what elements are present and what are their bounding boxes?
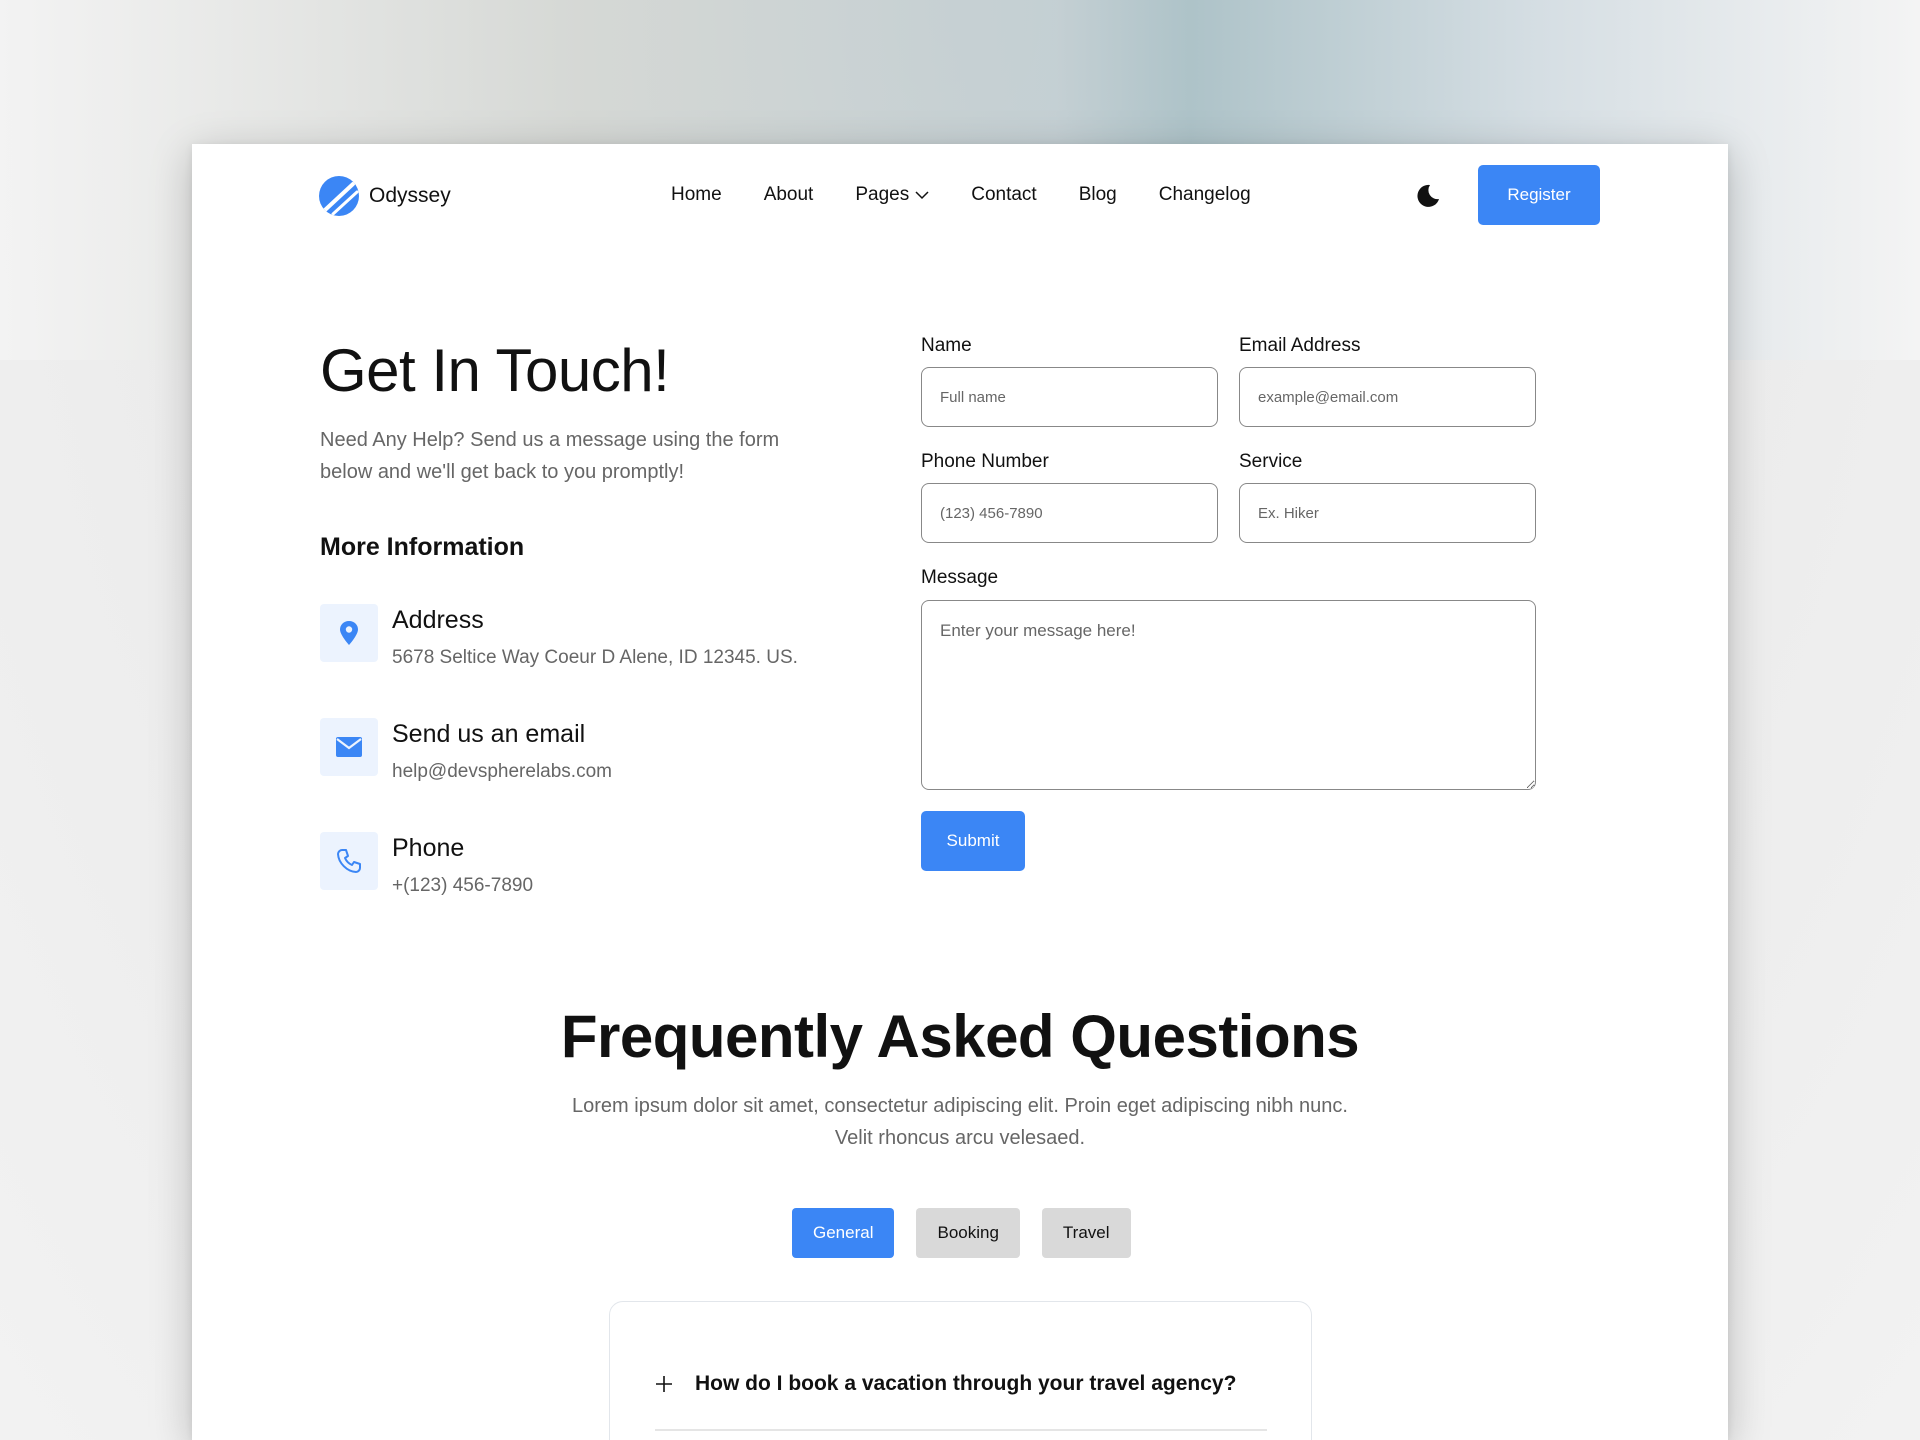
- faq-question: How do I book a vacation through your tr…: [695, 1372, 1237, 1395]
- nav-contact[interactable]: Contact: [971, 184, 1036, 206]
- brand-name: Odyssey: [369, 184, 451, 207]
- divider: [655, 1429, 1267, 1431]
- nav-blog[interactable]: Blog: [1079, 184, 1117, 206]
- page-title: Get In Touch!: [320, 337, 670, 404]
- info-address: Address 5678 Seltice Way Coeur D Alene, …: [320, 604, 798, 669]
- chevron-down-icon: [915, 191, 929, 200]
- top-navbar: Odyssey Home About Pages Contact Blog Ch…: [192, 144, 1728, 248]
- plus-icon: [656, 1376, 672, 1392]
- faq-subtitle: Lorem ipsum dolor sit amet, consectetur …: [572, 1095, 1348, 1149]
- page-window: Odyssey Home About Pages Contact Blog Ch…: [192, 144, 1728, 1440]
- dark-mode-toggle[interactable]: [1414, 182, 1442, 210]
- faq-accordion: How do I book a vacation through your tr…: [609, 1301, 1312, 1440]
- faq-tabs: General Booking Travel: [792, 1208, 1131, 1258]
- submit-button[interactable]: Submit: [921, 811, 1025, 871]
- nav-about[interactable]: About: [764, 184, 814, 206]
- info-title: Send us an email: [392, 720, 586, 748]
- phone-value[interactable]: +(123) 456-7890: [392, 875, 533, 897]
- name-label: Name: [921, 335, 972, 356]
- service-label: Service: [1239, 451, 1303, 472]
- nav-changelog[interactable]: Changelog: [1159, 184, 1251, 206]
- info-email: Send us an email help@devspherelabs.com: [320, 718, 612, 783]
- nav-pages-dropdown[interactable]: Pages: [855, 184, 929, 206]
- register-button[interactable]: Register: [1478, 165, 1600, 225]
- name-input[interactable]: [921, 367, 1218, 427]
- tab-general[interactable]: General: [792, 1208, 895, 1258]
- phone-icon: [320, 832, 378, 890]
- faq-question-row[interactable]: How do I book a vacation through your tr…: [655, 1372, 1236, 1396]
- phone-input[interactable]: [921, 483, 1218, 543]
- nav-pages-label: Pages: [855, 184, 910, 205]
- tab-travel[interactable]: Travel: [1041, 1208, 1131, 1258]
- moon-icon: [1417, 184, 1439, 207]
- phone-label: Phone Number: [921, 451, 1049, 472]
- page-subtitle: Need Any Help? Send us a message using t…: [320, 429, 780, 483]
- location-pin-icon: [320, 604, 378, 662]
- brand-logo[interactable]: Odyssey: [319, 176, 451, 216]
- nav-home[interactable]: Home: [671, 184, 722, 206]
- email-label: Email Address: [1239, 335, 1361, 356]
- info-title: Address: [392, 606, 484, 634]
- logo-icon: [319, 176, 359, 216]
- mail-icon: [320, 718, 378, 776]
- more-info-heading: More Information: [320, 533, 525, 561]
- tab-booking[interactable]: Booking: [916, 1208, 1020, 1258]
- message-label: Message: [921, 567, 999, 588]
- service-input[interactable]: [1239, 483, 1536, 543]
- email-input[interactable]: [1239, 367, 1536, 427]
- address-value: 5678 Seltice Way Coeur D Alene, ID 12345…: [392, 647, 798, 668]
- email-value[interactable]: help@devspherelabs.com: [392, 761, 612, 783]
- nav-links: Home About Pages Contact Blog Changelog: [671, 184, 1251, 206]
- info-title: Phone: [392, 834, 465, 862]
- faq-title: Frequently Asked Questions: [560, 1003, 1360, 1070]
- info-phone: Phone +(123) 456-7890: [320, 832, 533, 897]
- message-textarea[interactable]: [921, 600, 1536, 790]
